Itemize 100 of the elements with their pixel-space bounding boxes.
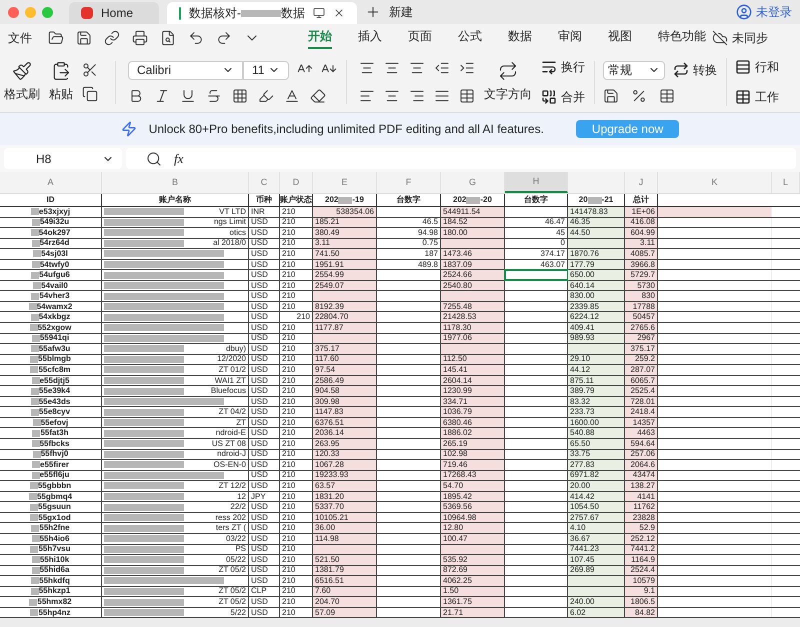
copy-icon[interactable] [82,86,98,102]
cell-text: 489.8 [418,260,438,270]
name-box[interactable]: H8 [4,148,122,169]
merge-button[interactable]: 合并 [541,88,585,106]
cell-text: 7.60 [315,586,331,596]
strikethrough-icon[interactable] [206,88,222,104]
column-header[interactable]: C [249,172,280,193]
cell-text: PS [235,544,246,554]
column-header[interactable]: A [0,172,102,193]
column-header[interactable]: D [280,172,313,193]
cell-text: 19233.93 [315,470,348,480]
indent-decrease-icon[interactable] [434,60,450,76]
header-cell: 台数字 [505,194,568,206]
eraser-icon[interactable] [310,88,326,104]
column-header[interactable]: J [625,172,658,193]
user-icon[interactable] [736,4,752,20]
cell-text: 54twfy0 [40,260,70,270]
italic-icon[interactable] [154,88,170,104]
save-icon[interactable] [76,30,92,46]
zoom-icon[interactable] [146,150,162,166]
ribbon-tab[interactable]: 审阅 [558,27,582,49]
link-icon[interactable] [104,30,120,46]
align-middle-icon[interactable] [384,60,400,76]
cell-text: 177.79 [570,260,594,270]
cell-text: USD [251,291,268,301]
cell-text: e55fl6ju [40,470,70,480]
new-tab-button[interactable]: 新建 [389,3,413,21]
format-painter-button[interactable]: 格式刷 [4,61,40,103]
align-left-icon[interactable] [359,88,375,104]
cell-text: 1977.06 [443,334,472,344]
monitor-icon[interactable] [313,7,325,19]
ribbon-tab[interactable]: 视图 [608,27,632,49]
column-header[interactable]: E [313,172,377,193]
cell-text: USD [251,249,268,259]
cloud-icon[interactable] [712,30,728,46]
cell-text: 03/22 [226,534,246,544]
worksheet-button[interactable]: 工作 [735,88,779,106]
ribbon-tab[interactable]: 公式 [458,27,482,49]
close-icon[interactable] [333,7,345,19]
cell-text: USD [251,302,268,312]
percent-icon[interactable] [631,88,647,104]
cell-text: e53xjxyj [38,207,70,217]
cell-text: ress 202 [215,512,246,522]
rows-columns-button[interactable]: 行和 [735,58,779,76]
underline-icon[interactable] [180,88,196,104]
folder-icon[interactable] [48,30,64,46]
cell-text: 36.00 [315,523,336,533]
cell-text: 2525.4 [630,386,655,396]
justify-icon[interactable] [434,88,450,104]
align-center-icon[interactable] [384,88,400,104]
function-button[interactable]: fx [174,148,184,168]
scissors-icon[interactable] [82,62,98,78]
font-select[interactable]: Calibri [128,60,243,80]
cell-text: 54vher3 [39,291,70,301]
column-header[interactable]: L [772,172,800,193]
printer-icon[interactable] [132,30,148,46]
cell-text: 287.07 [630,365,655,375]
ribbon-tab[interactable]: 特色功能 [658,27,706,49]
undo-icon[interactable] [188,30,204,46]
cell-text: 240.00 [570,597,594,607]
highlighter-icon[interactable] [258,88,274,104]
cell-text: 210 [282,428,296,438]
wrap-text-button[interactable]: 换行 [541,58,585,76]
number-format-select[interactable]: 常规 [603,60,665,80]
column-header[interactable]: K [658,172,772,193]
cell-text: 44.12 [570,365,590,375]
column-header[interactable]: B [102,172,249,193]
cell-text: 1381.79 [315,566,344,576]
ribbon-tab[interactable]: 数据 [508,27,532,49]
paste-button[interactable]: 粘贴 [49,61,73,103]
cell-text: 46.35 [570,218,590,228]
cell-text: USD [251,218,268,228]
text-direction-button[interactable]: 文字方向 [484,61,532,103]
column-header[interactable]: F [377,172,441,193]
cell-text: 55gbbbn [38,481,72,491]
borders-icon[interactable] [232,88,248,104]
redo-icon[interactable] [216,30,232,46]
cell-text: 210 [282,608,296,618]
cell-text: 55h7vsu [38,544,71,554]
window-tab[interactable]: Home [69,2,159,24]
file-menu[interactable]: 文件 [8,29,32,47]
cell-text: 55fhvj0 [40,450,68,460]
ribbon-tab[interactable]: 页面 [408,27,432,49]
preview-icon[interactable] [160,30,176,46]
indent-increase-icon[interactable] [459,60,475,76]
ribbon-tab[interactable]: 插入 [358,27,382,49]
cell-text: 414.42 [570,492,594,502]
window-tab[interactable]: 数据核对- 数据 [167,2,357,24]
header-cell: 账户名称 [102,194,249,206]
cell-text: 210 [282,207,296,217]
sync-status[interactable]: 未同步 [732,29,768,47]
align-right-icon[interactable] [409,88,425,104]
font-color-icon[interactable] [284,88,300,104]
font-size-select[interactable]: 11 [243,60,289,80]
login-link[interactable]: 未登录 [756,3,792,21]
cell-text: 55hi10k [40,555,70,565]
convert-button[interactable]: 转换 [673,61,717,79]
cell-text: 22804.70 [315,312,348,322]
ribbon-tab[interactable]: 开始 [308,27,332,49]
plus-icon[interactable] [365,4,381,20]
